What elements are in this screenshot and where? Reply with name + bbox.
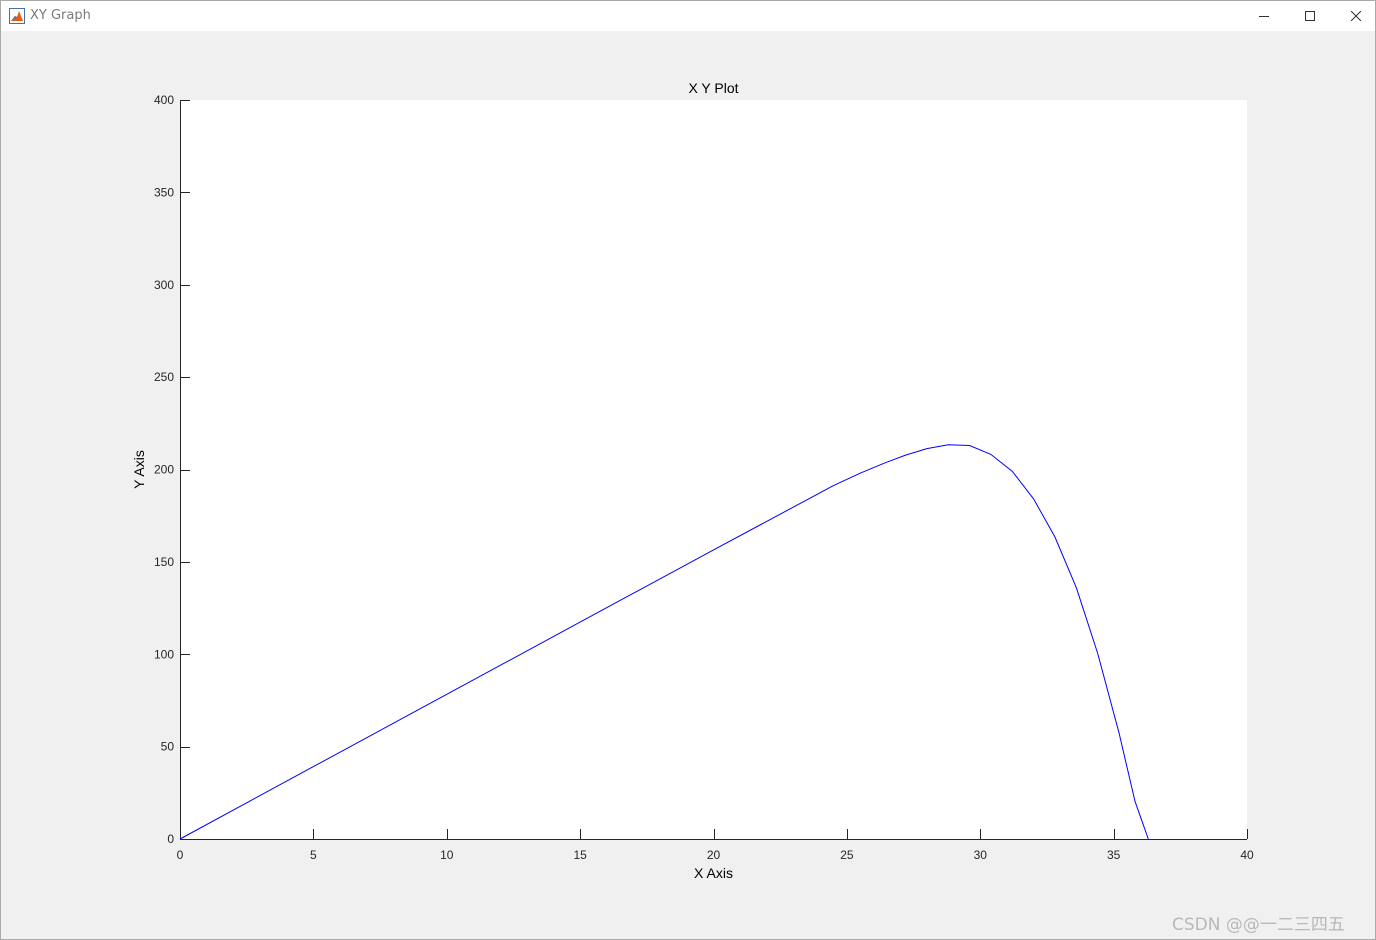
x-tick-label: 25 — [840, 848, 854, 862]
x-tick-label: 5 — [310, 848, 317, 862]
window-title: XY Graph — [30, 8, 91, 23]
y-tick-label: 350 — [154, 185, 174, 199]
axes-background — [180, 100, 1247, 839]
maximize-icon — [1305, 11, 1315, 21]
y-tick-label: 0 — [167, 832, 174, 846]
y-tick-label: 200 — [154, 463, 174, 477]
y-axis-label: Y Axis — [131, 450, 147, 489]
close-icon — [1351, 11, 1361, 21]
x-tick-label: 40 — [1240, 848, 1254, 862]
minimize-icon — [1259, 16, 1269, 17]
x-tick-label: 0 — [177, 848, 184, 862]
y-tick-label: 150 — [154, 555, 174, 569]
x-tick-label: 30 — [974, 848, 988, 862]
x-axis-label: X Axis — [694, 865, 733, 881]
x-tick-label: 20 — [707, 848, 721, 862]
y-tick-label: 50 — [161, 740, 175, 754]
y-tick-label: 300 — [154, 278, 174, 292]
figure-window: XY Graph X Y Plot 0 5 10 15 20 25 30 35 40 0 50 100… — [0, 0, 1376, 940]
watermark: CSDN @@一二三四五 — [1172, 915, 1345, 935]
minimize-button[interactable] — [1241, 1, 1287, 31]
chart-title: X Y Plot — [688, 80, 738, 96]
x-tick-label: 15 — [573, 848, 587, 862]
y-tick-label: 100 — [154, 647, 174, 661]
maximize-button[interactable] — [1287, 1, 1333, 31]
x-tick-label: 10 — [440, 848, 454, 862]
close-button[interactable] — [1333, 1, 1376, 31]
y-tick-label: 250 — [154, 370, 174, 384]
y-tick-label: 400 — [154, 93, 174, 107]
title-bar[interactable]: XY Graph — [1, 1, 1375, 31]
x-tick-label: 35 — [1107, 848, 1121, 862]
xy-plot: X Y Plot 0 5 10 15 20 25 30 35 40050100150200250… — [131, 80, 1254, 881]
matlab-icon — [9, 8, 25, 24]
